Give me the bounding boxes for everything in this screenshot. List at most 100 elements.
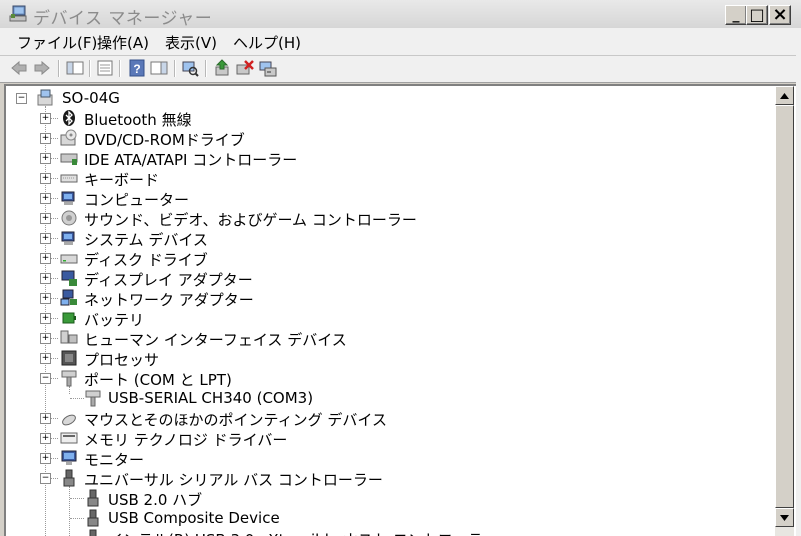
expand-icon[interactable]: + <box>40 413 51 424</box>
expand-icon[interactable]: + <box>40 213 51 224</box>
tree-category[interactable]: + ディスク ドライブ <box>6 248 766 269</box>
tree-item-label: サウンド、ビデオ、およびゲーム コントローラー <box>84 211 417 229</box>
collapse-icon[interactable]: − <box>16 93 27 104</box>
expand-icon[interactable]: + <box>40 233 51 244</box>
show-hide-tree-icon[interactable] <box>66 59 84 77</box>
tree-child-item[interactable]: USB Composite Device <box>6 508 766 528</box>
expand-icon[interactable]: + <box>40 153 51 164</box>
arrow-up-icon <box>780 92 789 99</box>
tree-category[interactable]: − ユニバーサル シリアル バス コントローラー <box>6 468 766 489</box>
help-icon[interactable]: ? <box>128 59 146 77</box>
tree-category[interactable]: + マウスとそのほかのポインティング デバイス <box>6 408 766 429</box>
computer-icon <box>61 191 75 205</box>
tree-item-label: ネットワーク アダプター <box>84 291 254 309</box>
usb-device-icon <box>87 489 99 507</box>
title-bar[interactable]: デバイス マネージャー _ □ × <box>0 0 801 29</box>
tree-child-item[interactable]: USB 2.0 ハブ <box>6 488 766 509</box>
tree-item-label: ユニバーサル シリアル バス コントローラー <box>84 471 383 489</box>
expand-icon[interactable]: + <box>40 353 51 364</box>
monitor-icon <box>61 450 77 465</box>
display-adapter-icon <box>61 270 77 286</box>
tree-item-label: ディスク ドライブ <box>84 251 208 269</box>
expand-icon[interactable]: + <box>40 173 51 184</box>
update-driver-icon[interactable] <box>213 59 231 77</box>
collapse-icon[interactable]: − <box>40 473 51 484</box>
tree-item-label: バッテリ <box>84 311 145 329</box>
minimize-icon: _ <box>732 7 740 23</box>
forward-icon[interactable] <box>33 59 51 77</box>
scan-hardware-icon[interactable] <box>181 59 199 77</box>
expand-icon[interactable]: + <box>40 313 51 324</box>
tree-category[interactable]: + システム デバイス <box>6 228 766 249</box>
usb-device-icon <box>87 509 99 527</box>
sound-icon <box>61 210 77 226</box>
usb-device-icon <box>89 529 97 536</box>
tree-child-item[interactable]: インテル(R) USB 3.0 eXtensible ホスト コントローラー <box>6 528 766 536</box>
tree-category[interactable]: + キーボード <box>6 168 766 189</box>
minimize-button[interactable]: _ <box>725 5 747 25</box>
tree-item-label: Bluetooth 無線 <box>84 111 192 129</box>
expand-icon[interactable]: + <box>40 333 51 344</box>
battery-icon <box>62 312 76 324</box>
tree-category[interactable]: + メモリ テクノロジ ドライバー <box>6 428 766 449</box>
menu-view[interactable]: 表示(V) <box>165 32 217 53</box>
processor-icon <box>61 350 77 366</box>
expand-icon[interactable]: + <box>40 453 51 464</box>
expand-icon[interactable]: + <box>40 133 51 144</box>
show-hide-action-pane-icon[interactable] <box>150 59 168 77</box>
window-border <box>796 28 801 536</box>
menu-help[interactable]: ヘルプ(H) <box>233 32 301 53</box>
tree-category[interactable]: + モニター <box>6 448 766 469</box>
tree-item-label: システム デバイス <box>84 231 208 249</box>
uninstall-device-icon[interactable] <box>259 59 277 77</box>
expand-icon[interactable]: + <box>40 253 51 264</box>
system-devices-icon <box>61 231 75 245</box>
tree-root[interactable]: − SO-04G <box>6 88 766 108</box>
tree-category[interactable]: + DVD/CD-ROMドライブ <box>6 128 766 149</box>
tree-category[interactable]: + プロセッサ <box>6 348 766 369</box>
tree-category[interactable]: + バッテリ <box>6 308 766 329</box>
computer-root-icon <box>37 89 53 106</box>
tree-child-item[interactable]: USB-SERIAL CH340 (COM3) <box>6 388 766 408</box>
tree-item-label: USB Composite Device <box>108 509 280 527</box>
device-manager-window: デバイス マネージャー _ □ × ファイル(F) 操作(A) 表示(V) ヘル… <box>0 0 801 536</box>
network-adapter-icon <box>60 289 77 306</box>
tree-category[interactable]: + IDE ATA/ATAPI コントローラー <box>6 148 766 169</box>
tree-category[interactable]: + Bluetooth 無線 <box>6 108 766 129</box>
tree-category[interactable]: + ネットワーク アダプター <box>6 288 766 309</box>
tree-category[interactable]: + コンピューター <box>6 188 766 209</box>
disk-drive-icon <box>60 254 78 264</box>
expand-icon[interactable]: + <box>40 293 51 304</box>
expand-icon[interactable]: + <box>40 433 51 444</box>
expand-icon[interactable]: + <box>40 273 51 284</box>
tree-category[interactable]: + ディスプレイ アダプター <box>6 268 766 289</box>
tree-item-label: ヒューマン インターフェイス デバイス <box>84 331 347 349</box>
menu-file[interactable]: ファイル(F) <box>17 32 97 53</box>
tree-item-label: メモリ テクノロジ ドライバー <box>84 431 288 449</box>
ide-controller-icon <box>60 153 78 165</box>
tree-category[interactable]: + ヒューマン インターフェイス デバイス <box>6 328 766 349</box>
scroll-thumb[interactable] <box>775 105 794 508</box>
tree-item-label: ポート (COM と LPT) <box>84 371 232 389</box>
vertical-scrollbar[interactable] <box>775 86 794 536</box>
properties-icon[interactable] <box>96 59 114 77</box>
close-button[interactable]: × <box>769 5 791 25</box>
device-tree-panel: − SO-04G + Bluetooth 無線 + DVD/CD-ROMドライブ + ID… <box>4 84 796 536</box>
disable-device-icon[interactable] <box>236 59 254 77</box>
menu-action[interactable]: 操作(A) <box>97 32 149 53</box>
menu-bar: ファイル(F) 操作(A) 表示(V) ヘルプ(H) <box>0 28 801 56</box>
back-icon[interactable] <box>10 59 28 77</box>
scroll-up-button[interactable] <box>775 86 794 105</box>
collapse-icon[interactable]: − <box>40 373 51 384</box>
port-device-icon <box>85 390 101 407</box>
expand-icon[interactable]: + <box>40 113 51 124</box>
expand-icon[interactable]: + <box>40 193 51 204</box>
arrow-down-icon <box>780 514 789 521</box>
tree-category[interactable]: + サウンド、ビデオ、およびゲーム コントローラー <box>6 208 766 229</box>
device-manager-icon <box>9 5 27 22</box>
tree-category[interactable]: − ポート (COM と LPT) <box>6 368 766 389</box>
maximize-button[interactable]: □ <box>746 5 768 25</box>
memory-icon <box>60 432 78 444</box>
scroll-down-button[interactable] <box>775 508 794 527</box>
usb-controller-icon <box>63 469 75 487</box>
